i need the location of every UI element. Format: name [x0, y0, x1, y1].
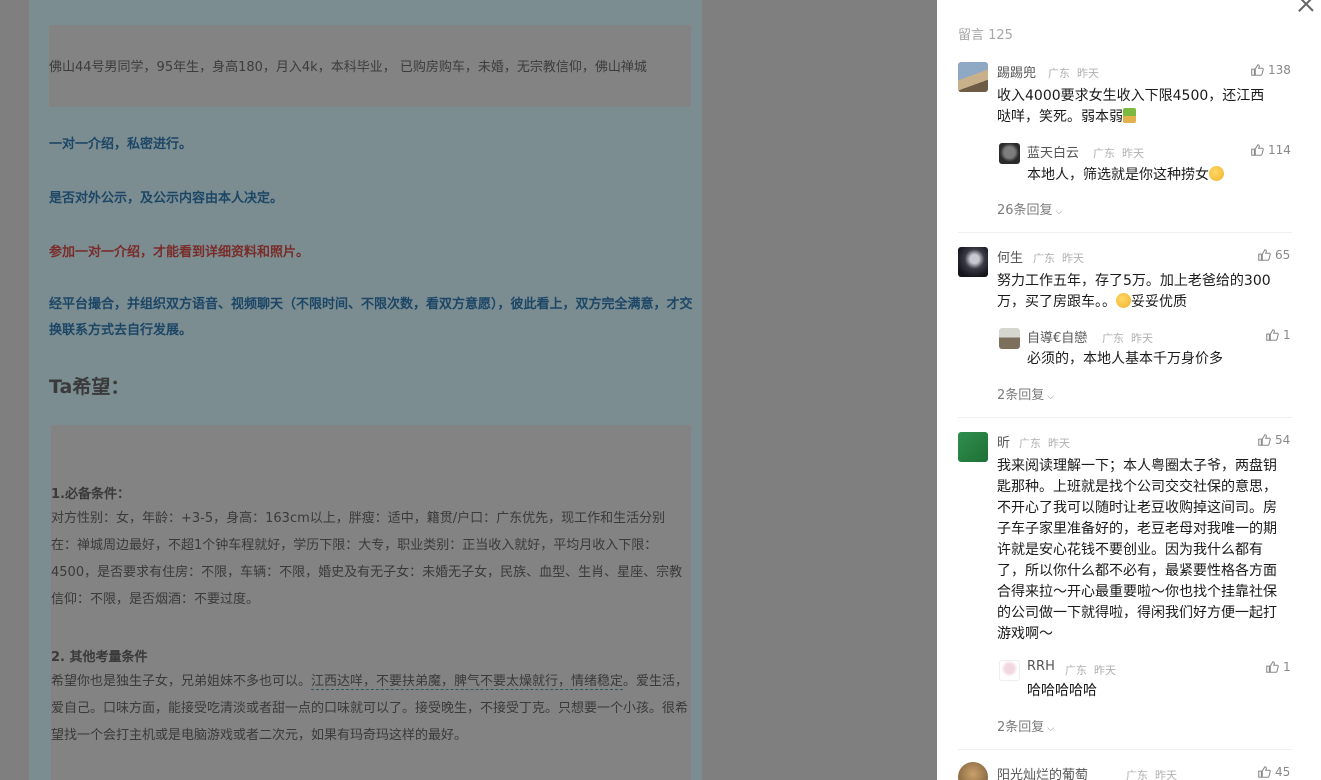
thumbs-up-icon [1258, 249, 1271, 261]
reply-username[interactable]: 蓝天白云 [1027, 142, 1079, 161]
like-button[interactable]: 138 [1250, 63, 1291, 77]
avatar[interactable] [999, 660, 1020, 681]
reply-region: 广东 [1093, 147, 1115, 160]
comment-region: 广东 [1033, 252, 1055, 265]
comment-meta: 广东 昨天 [1033, 250, 1084, 266]
comment-time: 昨天 [1062, 252, 1084, 265]
reply-username[interactable]: 自導€自戀 [1027, 327, 1087, 346]
divider [958, 417, 1292, 418]
reply-meta: 广东 昨天 [1093, 145, 1144, 161]
profile-box: 佛山44号男同学，95年生，身高180，月入4k，本科毕业， 已购房购车，未婚，… [49, 25, 691, 107]
chevron-down-icon: ⌵ [1047, 392, 1055, 402]
like-button[interactable]: 65 [1257, 248, 1290, 262]
reply-text: 本地人，筛选就是你这种捞女 [1027, 165, 1287, 186]
reply-region: 广东 [1065, 664, 1087, 677]
like-count: 1 [1283, 328, 1291, 342]
thinking-emoji-icon [1116, 293, 1131, 308]
reply-time: 昨天 [1131, 332, 1153, 345]
ta-hope-heading: Ta希望： [49, 376, 130, 398]
chevron-down-icon: ⌵ [1047, 724, 1055, 734]
reply-region: 广东 [1102, 332, 1124, 345]
requirements-box: 1.必备条件： 对方性别：女，年龄：+3-5，身高：163cm以上，胖瘦：适中，… [51, 425, 691, 780]
like-count: 65 [1275, 248, 1291, 262]
divider [958, 749, 1292, 750]
more-replies-link[interactable]: 2条回复 ⌵ [997, 384, 1054, 403]
like-count: 138 [1268, 63, 1291, 77]
comment-text: 收入4000要求女生收入下限4500，还江西哒咩，笑死。弱本弱 [997, 86, 1277, 128]
more-replies-link[interactable]: 2条回复 ⌵ [997, 716, 1054, 735]
section-title-required: 1.必备条件： [51, 487, 130, 502]
section-text-other: 希望你也是独生子女，兄弟姐妹不多也可以。江西达咩，不要扶弟魔，脾气不要太燥就行，… [51, 668, 691, 749]
like-button[interactable]: 54 [1257, 433, 1290, 447]
reply-meta: 广东 昨天 [1102, 330, 1153, 346]
comment-meta: 广东 昨天 [1126, 767, 1177, 780]
comment-username[interactable]: 阳光灿烂的葡萄 [997, 764, 1088, 780]
more-replies-label: 2条回复 [997, 720, 1045, 735]
like-count: 45 [1275, 765, 1291, 779]
other-text-start: 希望你也是独生子女，兄弟姐妹不多也可以。 [51, 674, 312, 689]
comment-region: 广东 [1019, 437, 1041, 450]
chevron-down-icon: ⌵ [1055, 207, 1063, 217]
like-count: 54 [1275, 433, 1291, 447]
reply-text: 必须的，本地人基本千万身价多 [1027, 351, 1223, 367]
more-replies-label: 2条回复 [997, 388, 1045, 403]
notice-private: 一对一介绍，私密进行。 [49, 137, 193, 152]
comment-username[interactable]: 昕 [997, 432, 1010, 451]
more-replies-label: 26条回复 [997, 203, 1053, 218]
thumbs-up-icon [1258, 434, 1271, 446]
reply-time: 昨天 [1122, 147, 1144, 160]
article-overlay: 佛山44号男同学，95年生，身高180，月入4k，本科毕业， 已购房购车，未婚，… [0, 0, 937, 780]
avatar[interactable] [999, 143, 1020, 164]
article-body: 佛山44号男同学，95年生，身高180，月入4k，本科毕业， 已购房购车，未婚，… [29, 0, 702, 780]
comment-username[interactable]: 踢踢兜 [997, 62, 1036, 81]
comment-time: 昨天 [1155, 769, 1177, 780]
comment-region: 广东 [1048, 67, 1070, 80]
notice-process: 经平台撮合，并组织双方语音、视频聊天（不限时间、不限次数，看双方意愿），彼此看上… [49, 297, 693, 338]
comment-username[interactable]: 何生 [997, 247, 1023, 266]
thumbs-up-icon [1266, 661, 1279, 673]
section-title-other: 2. 其他考量条件 [51, 650, 148, 665]
like-count: 1 [1283, 660, 1291, 674]
comment-text: 努力工作五年，存了5万。加上老爸给的300万，买了房跟车。。 妥妥优质 [997, 271, 1297, 313]
comments-panel: 留言 125 踢踢兜 广东 昨天 138 收入4000要求女生收入下限4500，… [937, 0, 1321, 780]
more-replies-link[interactable]: 26条回复 ⌵ [997, 199, 1062, 218]
comment-meta: 广东 昨天 [1048, 65, 1099, 81]
like-button[interactable]: 45 [1257, 765, 1290, 779]
comment-time: 昨天 [1077, 67, 1099, 80]
avatar[interactable] [958, 432, 988, 462]
profile-summary: 佛山44号男同学，95年生，身高180，月入4k，本科毕业， 已购房购车，未婚，… [49, 60, 647, 75]
thumbs-up-icon [1251, 144, 1264, 156]
section-text-required: 对方性别：女，年龄：+3-5，身高：163cm以上，胖瘦：适中，籍贯/户口：广东… [51, 511, 683, 607]
thumbs-up-icon [1251, 64, 1264, 76]
reply-body: 本地人，筛选就是你这种捞女 [1027, 167, 1209, 183]
like-button[interactable]: 114 [1250, 143, 1291, 157]
comment-time: 昨天 [1048, 437, 1070, 450]
avatar[interactable] [958, 247, 988, 277]
comment-body-tail: 妥妥优质 [1131, 294, 1187, 310]
like-button[interactable]: 1 [1265, 328, 1291, 342]
comments-count-title: 留言 125 [958, 28, 1013, 43]
avatar[interactable] [958, 62, 988, 92]
reply-text: 哈哈哈哈哈 [1027, 683, 1097, 699]
like-button[interactable]: 1 [1265, 660, 1291, 674]
reply-meta: 广东 昨天 [1065, 662, 1116, 678]
thumbs-up-icon [1266, 329, 1279, 341]
reply-time: 昨天 [1094, 664, 1116, 677]
comment-text: 我来阅读理解一下；本人粤圈太子爷，两盘钥匙那种。上班就是找个公司交交社保的意思，… [997, 458, 1277, 642]
avatar[interactable] [958, 762, 988, 780]
weak-emoji-icon [1123, 108, 1136, 123]
avatar[interactable] [999, 328, 1020, 349]
divider [958, 232, 1292, 233]
reply-username[interactable]: RRH [1027, 659, 1055, 674]
thumbs-up-icon [1258, 766, 1271, 778]
close-icon[interactable] [1296, 0, 1316, 14]
comment-region: 广东 [1126, 769, 1148, 780]
comment-meta: 广东 昨天 [1019, 435, 1070, 451]
thinking-emoji-icon [1209, 166, 1224, 181]
notice-details: 参加一对一介绍，才能看到详细资料和照片。 [49, 245, 310, 260]
highlighted-text[interactable]: 江西达咩，不要扶弟魔，脾气不要太燥就行，情绪稳定 [311, 674, 624, 690]
like-count: 114 [1268, 143, 1291, 157]
notice-publicity: 是否对外公示，及公示内容由本人决定。 [49, 191, 284, 206]
